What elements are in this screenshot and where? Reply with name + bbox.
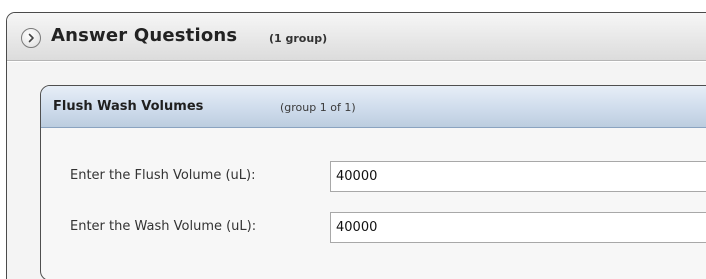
wash-volume-label: Enter the Wash Volume (uL): <box>70 219 257 234</box>
panel-group-count: (1 group) <box>269 32 328 45</box>
group-count: (group 1 of 1) <box>280 101 356 114</box>
group-title: Flush Wash Volumes <box>53 99 204 114</box>
flush-volume-input[interactable] <box>330 161 706 192</box>
chevron-right-icon <box>28 33 34 43</box>
question-group-flush-wash-volumes: Flush Wash Volumes (group 1 of 1) Enter … <box>40 85 706 279</box>
group-header: Flush Wash Volumes (group 1 of 1) <box>41 86 706 128</box>
flush-volume-label: Enter the Flush Volume (uL): <box>70 168 256 183</box>
panel-title: Answer Questions <box>51 25 238 46</box>
expand-collapse-button[interactable] <box>21 28 41 48</box>
wash-volume-input[interactable] <box>330 212 706 243</box>
panel-header: Answer Questions (1 group) <box>7 13 706 61</box>
